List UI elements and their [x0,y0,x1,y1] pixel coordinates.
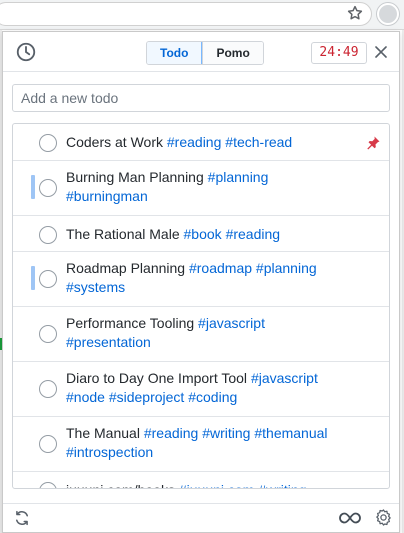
todo-text: The Manual #reading #writing #themanual … [66,424,351,462]
popup-header: Todo Pomo 24:49 [3,32,399,72]
todo-tag[interactable]: #introspection [66,444,153,460]
history-clock-icon[interactable] [15,41,37,63]
close-icon[interactable] [374,45,388,59]
bookmark-star-icon[interactable] [346,4,364,22]
todo-tag[interactable]: #systems [66,279,125,295]
todo-item[interactable]: Roadmap Planning #roadmap #planning #sys… [13,252,389,307]
todo-text: Coders at Work #reading #tech-read [66,133,351,152]
todo-item[interactable]: juuuni.com/books #juuuni.com #writing [13,472,389,488]
todo-tag[interactable]: #sideproject [109,389,185,405]
todo-text: The Rational Male #book #reading [66,225,351,244]
todo-checkbox[interactable] [39,179,57,197]
todo-title: The Manual [66,425,140,441]
todo-checkbox[interactable] [39,325,57,343]
todo-tag[interactable]: #writing [258,482,306,488]
todo-tag[interactable]: #javascript [198,315,265,331]
todo-item[interactable]: Diaro to Day One Import Tool #javascript… [13,362,389,417]
todo-marker-bar [31,175,35,199]
todo-title: juuuni.com/books [66,482,175,488]
todo-title: Burning Man Planning [66,169,204,185]
todo-item[interactable]: Burning Man Planning #planning #burningm… [13,161,389,216]
todo-checkbox[interactable] [39,270,57,288]
todo-text: Burning Man Planning #planning #burningm… [66,168,351,206]
todo-text: Diaro to Day One Import Tool #javascript… [66,369,351,407]
todo-tag[interactable]: #presentation [66,334,151,350]
gear-icon[interactable] [374,508,393,527]
todo-text: Performance Tooling #javascript #present… [66,314,351,352]
todo-tag[interactable]: #reading [167,134,222,150]
todo-list: Coders at Work #reading #tech-read Burnin… [12,123,390,489]
todo-item[interactable]: Performance Tooling #javascript #present… [13,307,389,362]
todo-title: Diaro to Day One Import Tool [66,370,248,386]
todo-marker-bar [31,266,35,290]
extension-popup: Todo Pomo 24:49 Coders at Work #reading … [2,31,400,533]
todo-tag[interactable]: #burningman [66,188,148,204]
todo-title: Performance Tooling [66,315,195,331]
todo-title: The Rational Male [66,226,180,242]
browser-toolbar [0,0,404,30]
todo-item[interactable]: Coders at Work #reading #tech-read [13,124,389,161]
todo-tag[interactable]: #book [184,226,222,242]
todo-tag[interactable]: #reading [144,425,199,441]
todo-tag[interactable]: #reading [226,226,281,242]
todo-tag[interactable]: #planning [208,169,269,185]
view-tabs: Todo Pomo [146,41,264,65]
todo-text: juuuni.com/books #juuuni.com #writing [66,481,351,488]
new-todo-input[interactable] [12,84,390,112]
todo-text: Roadmap Planning #roadmap #planning #sys… [66,259,351,297]
refresh-icon[interactable] [13,509,31,527]
todo-tag[interactable]: #themanual [254,425,327,441]
extension-icon[interactable] [377,3,399,25]
todo-title: Roadmap Planning [66,260,186,276]
todo-tag[interactable]: #juuuni.com [179,482,255,488]
popup-footer [3,503,399,532]
todo-title: Coders at Work [66,134,163,150]
infinity-icon[interactable] [339,510,361,526]
todo-item[interactable]: The Manual #reading #writing #themanual … [13,417,389,472]
todo-tag[interactable]: #node [66,389,105,405]
pin-icon[interactable] [365,135,381,151]
todo-tag[interactable]: #planning [256,260,317,276]
todo-checkbox[interactable] [39,134,57,152]
todo-tag[interactable]: #writing [202,425,250,441]
todo-tag[interactable]: #roadmap [189,260,252,276]
todo-checkbox[interactable] [39,380,57,398]
todo-item[interactable]: The Rational Male #book #reading [13,216,389,252]
todo-tag[interactable]: #coding [188,389,237,405]
todo-tag[interactable]: #javascript [251,370,318,386]
todo-checkbox[interactable] [39,482,57,488]
todo-checkbox[interactable] [39,226,57,244]
tab-pomo[interactable]: Pomo [202,42,263,64]
todo-checkbox[interactable] [39,435,57,453]
pomodoro-timer[interactable]: 24:49 [311,42,367,64]
todo-tag[interactable]: #tech-read [225,134,292,150]
tab-todo[interactable]: Todo [146,42,203,64]
address-bar[interactable] [0,2,372,26]
